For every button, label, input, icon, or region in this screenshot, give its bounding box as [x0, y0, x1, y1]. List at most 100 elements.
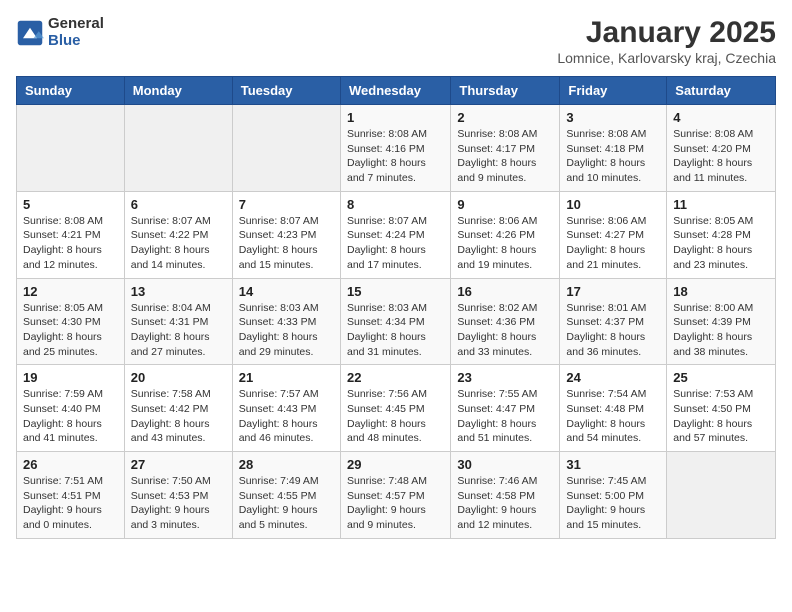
- calendar-header-row: SundayMondayTuesdayWednesdayThursdayFrid…: [17, 77, 776, 105]
- day-number: 18: [673, 284, 769, 299]
- calendar-cell: 28 Sunrise: 7:49 AM Sunset: 4:55 PM Dayli…: [232, 452, 340, 539]
- day-number: 9: [457, 197, 553, 212]
- calendar-table: SundayMondayTuesdayWednesdayThursdayFrid…: [16, 76, 776, 539]
- day-info: Sunrise: 8:08 AM Sunset: 4:18 PM Dayligh…: [566, 127, 660, 186]
- day-info: Sunrise: 7:50 AM Sunset: 4:53 PM Dayligh…: [131, 474, 226, 533]
- calendar-cell: 22Sunrise: 7:56 AM Sunset: 4:45 PM Dayli…: [340, 365, 450, 452]
- day-info: Sunrise: 8:03 AM Sunset: 4:33 PM Dayligh…: [239, 301, 334, 360]
- day-number: 26: [23, 457, 118, 472]
- day-number: 14: [239, 284, 334, 299]
- calendar-cell: 9 Sunrise: 8:06 AM Sunset: 4:26 PM Daylig…: [451, 191, 560, 278]
- day-info: Sunrise: 7:57 AM Sunset: 4:43 PM Dayligh…: [239, 387, 334, 446]
- day-info: Sunrise: 8:08 AM Sunset: 4:21 PM Dayligh…: [23, 214, 118, 273]
- calendar-cell: 18 Sunrise: 8:00 AM Sunset: 4:39 PM Dayli…: [667, 278, 776, 365]
- calendar-cell: 1Sunrise: 8:08 AM Sunset: 4:16 PM Daylig…: [340, 105, 450, 192]
- column-header-sunday: Sunday: [17, 77, 125, 105]
- calendar-cell: [17, 105, 125, 192]
- day-number: 11: [673, 197, 769, 212]
- column-header-tuesday: Tuesday: [232, 77, 340, 105]
- column-header-wednesday: Wednesday: [340, 77, 450, 105]
- calendar-cell: 4Sunrise: 8:08 AM Sunset: 4:20 PM Daylig…: [667, 105, 776, 192]
- calendar-week-row: 19 Sunrise: 7:59 AM Sunset: 4:40 PM Dayli…: [17, 365, 776, 452]
- calendar-cell: 7 Sunrise: 8:07 AM Sunset: 4:23 PM Daylig…: [232, 191, 340, 278]
- column-header-saturday: Saturday: [667, 77, 776, 105]
- calendar-cell: 15Sunrise: 8:03 AM Sunset: 4:34 PM Dayli…: [340, 278, 450, 365]
- calendar-week-row: 26Sunrise: 7:51 AM Sunset: 4:51 PM Dayli…: [17, 452, 776, 539]
- day-info: Sunrise: 7:45 AM Sunset: 5:00 PM Dayligh…: [566, 474, 660, 533]
- day-number: 8: [347, 197, 444, 212]
- calendar-cell: 29 Sunrise: 7:48 AM Sunset: 4:57 PM Dayli…: [340, 452, 450, 539]
- calendar-week-row: 5 Sunrise: 8:08 AM Sunset: 4:21 PM Daylig…: [17, 191, 776, 278]
- day-number: 31: [566, 457, 660, 472]
- title-section: January 2025 Lomnice, Karlovarsky kraj, …: [557, 16, 776, 66]
- day-info: Sunrise: 8:05 AM Sunset: 4:28 PM Dayligh…: [673, 214, 769, 273]
- day-number: 3: [566, 110, 660, 125]
- day-info: Sunrise: 8:04 AM Sunset: 4:31 PM Dayligh…: [131, 301, 226, 360]
- day-info: Sunrise: 7:55 AM Sunset: 4:47 PM Dayligh…: [457, 387, 553, 446]
- logo-blue-text: Blue: [48, 33, 104, 50]
- calendar-cell: 17 Sunrise: 8:01 AM Sunset: 4:37 PM Dayli…: [560, 278, 667, 365]
- day-info: Sunrise: 7:49 AM Sunset: 4:55 PM Dayligh…: [239, 474, 334, 533]
- logo: General Blue: [16, 16, 104, 49]
- calendar-cell: 8 Sunrise: 8:07 AM Sunset: 4:24 PM Daylig…: [340, 191, 450, 278]
- calendar-cell: 5 Sunrise: 8:08 AM Sunset: 4:21 PM Daylig…: [17, 191, 125, 278]
- day-info: Sunrise: 7:46 AM Sunset: 4:58 PM Dayligh…: [457, 474, 553, 533]
- day-number: 17: [566, 284, 660, 299]
- day-number: 7: [239, 197, 334, 212]
- day-info: Sunrise: 8:08 AM Sunset: 4:17 PM Dayligh…: [457, 127, 553, 186]
- calendar-cell: 25 Sunrise: 7:53 AM Sunset: 4:50 PM Dayli…: [667, 365, 776, 452]
- calendar-cell: 21 Sunrise: 7:57 AM Sunset: 4:43 PM Dayli…: [232, 365, 340, 452]
- day-info: Sunrise: 7:54 AM Sunset: 4:48 PM Dayligh…: [566, 387, 660, 446]
- day-info: Sunrise: 7:56 AM Sunset: 4:45 PM Dayligh…: [347, 387, 444, 446]
- day-info: Sunrise: 7:53 AM Sunset: 4:50 PM Dayligh…: [673, 387, 769, 446]
- day-number: 2: [457, 110, 553, 125]
- calendar-week-row: 12Sunrise: 8:05 AM Sunset: 4:30 PM Dayli…: [17, 278, 776, 365]
- day-number: 5: [23, 197, 118, 212]
- day-info: Sunrise: 8:07 AM Sunset: 4:23 PM Dayligh…: [239, 214, 334, 273]
- day-number: 28: [239, 457, 334, 472]
- day-info: Sunrise: 8:07 AM Sunset: 4:24 PM Dayligh…: [347, 214, 444, 273]
- day-number: 27: [131, 457, 226, 472]
- day-number: 13: [131, 284, 226, 299]
- calendar-cell: 6Sunrise: 8:07 AM Sunset: 4:22 PM Daylig…: [124, 191, 232, 278]
- calendar-cell: 12Sunrise: 8:05 AM Sunset: 4:30 PM Dayli…: [17, 278, 125, 365]
- calendar-cell: 30 Sunrise: 7:46 AM Sunset: 4:58 PM Dayli…: [451, 452, 560, 539]
- calendar-cell: [667, 452, 776, 539]
- calendar-cell: 20 Sunrise: 7:58 AM Sunset: 4:42 PM Dayli…: [124, 365, 232, 452]
- calendar-cell: 19 Sunrise: 7:59 AM Sunset: 4:40 PM Dayli…: [17, 365, 125, 452]
- column-header-friday: Friday: [560, 77, 667, 105]
- day-info: Sunrise: 8:08 AM Sunset: 4:20 PM Dayligh…: [673, 127, 769, 186]
- day-info: Sunrise: 8:06 AM Sunset: 4:26 PM Dayligh…: [457, 214, 553, 273]
- calendar-cell: 24Sunrise: 7:54 AM Sunset: 4:48 PM Dayli…: [560, 365, 667, 452]
- day-info: Sunrise: 8:01 AM Sunset: 4:37 PM Dayligh…: [566, 301, 660, 360]
- day-info: Sunrise: 8:06 AM Sunset: 4:27 PM Dayligh…: [566, 214, 660, 273]
- day-number: 25: [673, 370, 769, 385]
- day-number: 10: [566, 197, 660, 212]
- calendar-cell: 10 Sunrise: 8:06 AM Sunset: 4:27 PM Dayli…: [560, 191, 667, 278]
- day-number: 20: [131, 370, 226, 385]
- day-info: Sunrise: 7:58 AM Sunset: 4:42 PM Dayligh…: [131, 387, 226, 446]
- day-info: Sunrise: 8:05 AM Sunset: 4:30 PM Dayligh…: [23, 301, 118, 360]
- calendar-cell: 23Sunrise: 7:55 AM Sunset: 4:47 PM Dayli…: [451, 365, 560, 452]
- calendar-cell: 13 Sunrise: 8:04 AM Sunset: 4:31 PM Dayli…: [124, 278, 232, 365]
- logo-general-text: General: [48, 16, 104, 33]
- day-info: Sunrise: 7:59 AM Sunset: 4:40 PM Dayligh…: [23, 387, 118, 446]
- calendar-cell: 2 Sunrise: 8:08 AM Sunset: 4:17 PM Daylig…: [451, 105, 560, 192]
- day-number: 21: [239, 370, 334, 385]
- day-number: 30: [457, 457, 553, 472]
- day-number: 29: [347, 457, 444, 472]
- day-info: Sunrise: 7:48 AM Sunset: 4:57 PM Dayligh…: [347, 474, 444, 533]
- day-info: Sunrise: 8:08 AM Sunset: 4:16 PM Dayligh…: [347, 127, 444, 186]
- day-info: Sunrise: 8:00 AM Sunset: 4:39 PM Dayligh…: [673, 301, 769, 360]
- day-number: 19: [23, 370, 118, 385]
- calendar-cell: 14 Sunrise: 8:03 AM Sunset: 4:33 PM Dayli…: [232, 278, 340, 365]
- column-header-monday: Monday: [124, 77, 232, 105]
- calendar-cell: 27 Sunrise: 7:50 AM Sunset: 4:53 PM Dayli…: [124, 452, 232, 539]
- page-header: General Blue January 2025 Lomnice, Karlo…: [16, 16, 776, 66]
- calendar-cell: 3 Sunrise: 8:08 AM Sunset: 4:18 PM Daylig…: [560, 105, 667, 192]
- calendar-cell: [232, 105, 340, 192]
- day-number: 6: [131, 197, 226, 212]
- calendar-cell: 16Sunrise: 8:02 AM Sunset: 4:36 PM Dayli…: [451, 278, 560, 365]
- calendar-week-row: 1Sunrise: 8:08 AM Sunset: 4:16 PM Daylig…: [17, 105, 776, 192]
- calendar-cell: 26Sunrise: 7:51 AM Sunset: 4:51 PM Dayli…: [17, 452, 125, 539]
